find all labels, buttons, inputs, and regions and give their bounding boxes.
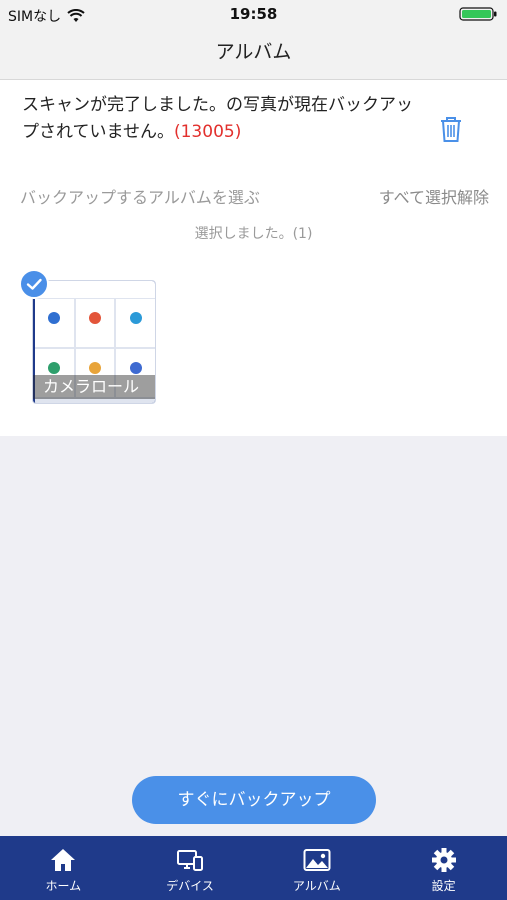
battery-icon: [459, 7, 497, 21]
tab-devices[interactable]: デバイス: [127, 836, 254, 900]
tab-bar: ホーム デバイス アルバム 設定: [0, 836, 507, 900]
album-name: カメラロール: [33, 375, 155, 399]
gear-icon: [431, 848, 456, 872]
page-title: アルバム: [215, 41, 292, 63]
devices-icon: [177, 850, 204, 871]
scan-status-message: スキャンが完了しました。の写真が現在バックアップされていません。(13005): [22, 92, 417, 146]
choose-album-label: バックアップするアルバムを選ぶ: [20, 188, 260, 207]
home-icon: [51, 849, 76, 871]
tab-settings[interactable]: 設定: [380, 836, 507, 900]
status-bar: SIMなし 19:58: [0, 0, 507, 28]
album-icon: [303, 849, 331, 871]
selected-count-text: 選択しました。(1): [194, 226, 313, 242]
navigation-bar: アルバム: [0, 28, 507, 80]
album-card-camera-roll[interactable]: カメラロール: [32, 280, 156, 404]
backup-now-button[interactable]: すぐにバックアップ: [132, 776, 376, 824]
tab-devices-label: デバイス: [166, 879, 214, 893]
tab-album-label: アルバム: [292, 879, 341, 893]
deselect-all-button[interactable]: すべて選択解除: [379, 184, 489, 208]
unbacked-count: (13005): [173, 122, 242, 142]
album-thumbnail-header: [33, 281, 155, 299]
album-panel: スキャンが完了しました。の写真が現在バックアップされていません。(13005) …: [0, 80, 507, 436]
checkmark-icon: [26, 278, 42, 290]
tab-settings-label: 設定: [431, 879, 456, 893]
clock: 19:58: [229, 5, 278, 23]
album-selected-checkbox[interactable]: [19, 269, 49, 299]
tab-album[interactable]: アルバム: [254, 836, 381, 900]
tab-home[interactable]: ホーム: [0, 836, 127, 900]
tab-home-label: ホーム: [45, 879, 82, 893]
trash-icon[interactable]: [437, 114, 465, 144]
